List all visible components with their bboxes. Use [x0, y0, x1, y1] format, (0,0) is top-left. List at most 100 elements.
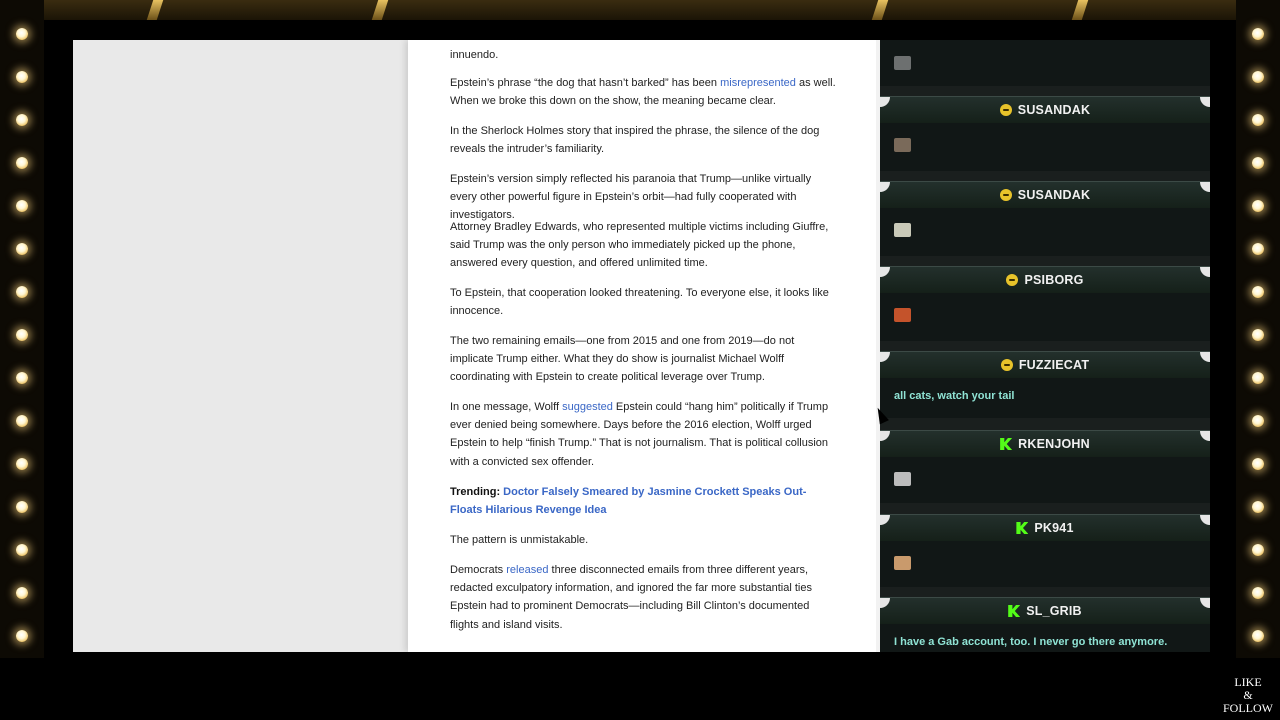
cat-face-emote: [894, 472, 911, 486]
marquee-bulb: [16, 243, 28, 255]
cat-emote: [894, 138, 911, 152]
chat-username-header: PK941: [880, 515, 1210, 541]
marquee-bulb: [16, 415, 28, 427]
chat-username[interactable]: FUZZIECAT: [1019, 358, 1089, 372]
marquee-bulb: [1252, 544, 1264, 556]
chat-message-body: [880, 541, 1210, 581]
chat-message-body: [880, 293, 1210, 333]
marquee-bulb: [1252, 286, 1264, 298]
article-paragraph: To Epstein, that cooperation looked thre…: [450, 284, 836, 320]
chat-message-text: all cats, watch your tail: [894, 390, 1015, 402]
chat-username-header: RKENJOHN: [880, 431, 1210, 457]
article-paragraph: innuendo.: [450, 46, 836, 64]
chat-message: PK941: [880, 514, 1210, 587]
chat-message: SUSANDAK: [880, 181, 1210, 256]
chat-message: PSIBORG: [880, 266, 1210, 341]
chat-message: SL_GRIB I have a Gab account, too. I neve…: [880, 597, 1210, 652]
article-text: To Epstein, that cooperation looked thre…: [450, 287, 829, 318]
smiley-icon: [999, 189, 1012, 201]
chat-username-header: FUZZIECAT: [880, 352, 1210, 378]
light-beam: [1071, 0, 1089, 20]
marquee-bulb: [16, 286, 28, 298]
chat-username[interactable]: PK941: [1034, 521, 1073, 535]
chat-message-body: all cats, watch your tail: [880, 378, 1210, 410]
smiley-icon: [1006, 274, 1019, 286]
chat-message-body: [880, 123, 1210, 163]
article-text: Attorney Bradley Edwards, who represente…: [450, 221, 829, 270]
light-beam: [146, 0, 164, 20]
chat-message: FUZZIECAT all cats, watch your tail: [880, 351, 1210, 418]
marquee-bulb: [16, 71, 28, 83]
marquee-bulb: [1252, 200, 1264, 212]
article-text: In the Sherlock Holmes story that inspir…: [450, 125, 820, 156]
chat-message-body: I have a Gab account, too. I never go th…: [880, 624, 1210, 652]
marquee-bulb: [1252, 372, 1264, 384]
marquee-bulb: [1252, 329, 1264, 341]
chat-message-text: I have a Gab account, too. I never go th…: [894, 636, 1168, 648]
article-link[interactable]: Doctor Falsely Smeared by Jasmine Crocke…: [450, 486, 806, 516]
flame-emote: [894, 308, 911, 322]
marquee-lights-left: [0, 0, 44, 658]
article-text: Democrats: [450, 564, 507, 576]
stage-top-border: [0, 0, 1280, 20]
marquee-bulb: [1252, 114, 1264, 126]
article-text: Epstein’s version simply reflected his p…: [450, 173, 812, 222]
marquee-bulb: [1252, 458, 1264, 470]
marquee-bulb: [16, 114, 28, 126]
marquee-bulb: [16, 544, 28, 556]
marquee-bulb: [16, 329, 28, 341]
like-follow-overlay: LIKE & FOLLOW: [1216, 676, 1280, 715]
article-text: In one message, Wolff: [450, 401, 563, 413]
article-paragraph: Trending: Doctor Falsely Smeared by Jasm…: [450, 483, 836, 519]
smiley-icon: [999, 104, 1012, 116]
chat-username[interactable]: SUSANDAK: [1018, 103, 1090, 117]
marquee-bulb: [1252, 415, 1264, 427]
chat-username[interactable]: RKENJOHN: [1018, 437, 1090, 451]
chat-username-header: PSIBORG: [880, 267, 1210, 293]
chat-message-body: [880, 208, 1210, 248]
article-paragraph: Epstein’s phrase “the dog that hasn’t ba…: [450, 74, 836, 110]
marquee-bulb: [1252, 28, 1264, 40]
article-paragraph: The pattern is unmistakable.: [450, 531, 836, 549]
chat-username-header: SUSANDAK: [880, 97, 1210, 123]
article-text: innuendo.: [450, 49, 499, 61]
marquee-bulb: [16, 501, 28, 513]
chat-message: RKENJOHN: [880, 430, 1210, 503]
marquee-bulb: [1252, 587, 1264, 599]
chat-message: SUSANDAK: [880, 96, 1210, 171]
chat-username-header: SL_GRIB: [880, 598, 1210, 624]
video-bottom-bar: [0, 658, 1280, 720]
marquee-bulb: [1252, 630, 1264, 642]
marquee-bulb: [16, 372, 28, 384]
kick-logo-icon: [1008, 605, 1021, 617]
chat-message-partial: [880, 40, 1210, 86]
article-paragraph: In one message, Wolff suggested Epstein …: [450, 398, 836, 471]
marquee-bulb: [16, 587, 28, 599]
article-body: innuendo. Epstein’s phrase “the dog that …: [408, 40, 876, 652]
marquee-lights-right: [1236, 0, 1280, 658]
article-paragraph: Epstein’s version simply reflected his p…: [450, 170, 836, 225]
article-link[interactable]: suggested: [562, 401, 613, 413]
article-paragraph: In the Sherlock Holmes story that inspir…: [450, 122, 836, 158]
cat-emote: [894, 56, 911, 70]
article-paragraph: Democrats released three disconnected em…: [450, 561, 836, 634]
marquee-bulb: [16, 458, 28, 470]
bird-emote: [894, 223, 911, 237]
chat-username[interactable]: PSIBORG: [1024, 273, 1083, 287]
kick-logo-icon: [1000, 438, 1013, 450]
trending-label: Trending:: [450, 486, 504, 498]
face-emote: [894, 556, 911, 570]
kick-logo-icon: [1016, 522, 1029, 534]
chat-username[interactable]: SL_GRIB: [1026, 604, 1082, 618]
page-left-gutter: [73, 40, 408, 652]
chat-username[interactable]: SUSANDAK: [1018, 188, 1090, 202]
article-text: The two remaining emails—one from 2015 a…: [450, 335, 795, 384]
article-link[interactable]: released: [506, 564, 548, 576]
article-paragraph: The two remaining emails—one from 2015 a…: [450, 332, 836, 387]
marquee-bulb: [1252, 501, 1264, 513]
marquee-bulb: [1252, 71, 1264, 83]
article-link[interactable]: misrepresented: [720, 77, 796, 89]
marquee-bulb: [16, 28, 28, 40]
chat-username-header: SUSANDAK: [880, 182, 1210, 208]
marquee-bulb: [1252, 157, 1264, 169]
